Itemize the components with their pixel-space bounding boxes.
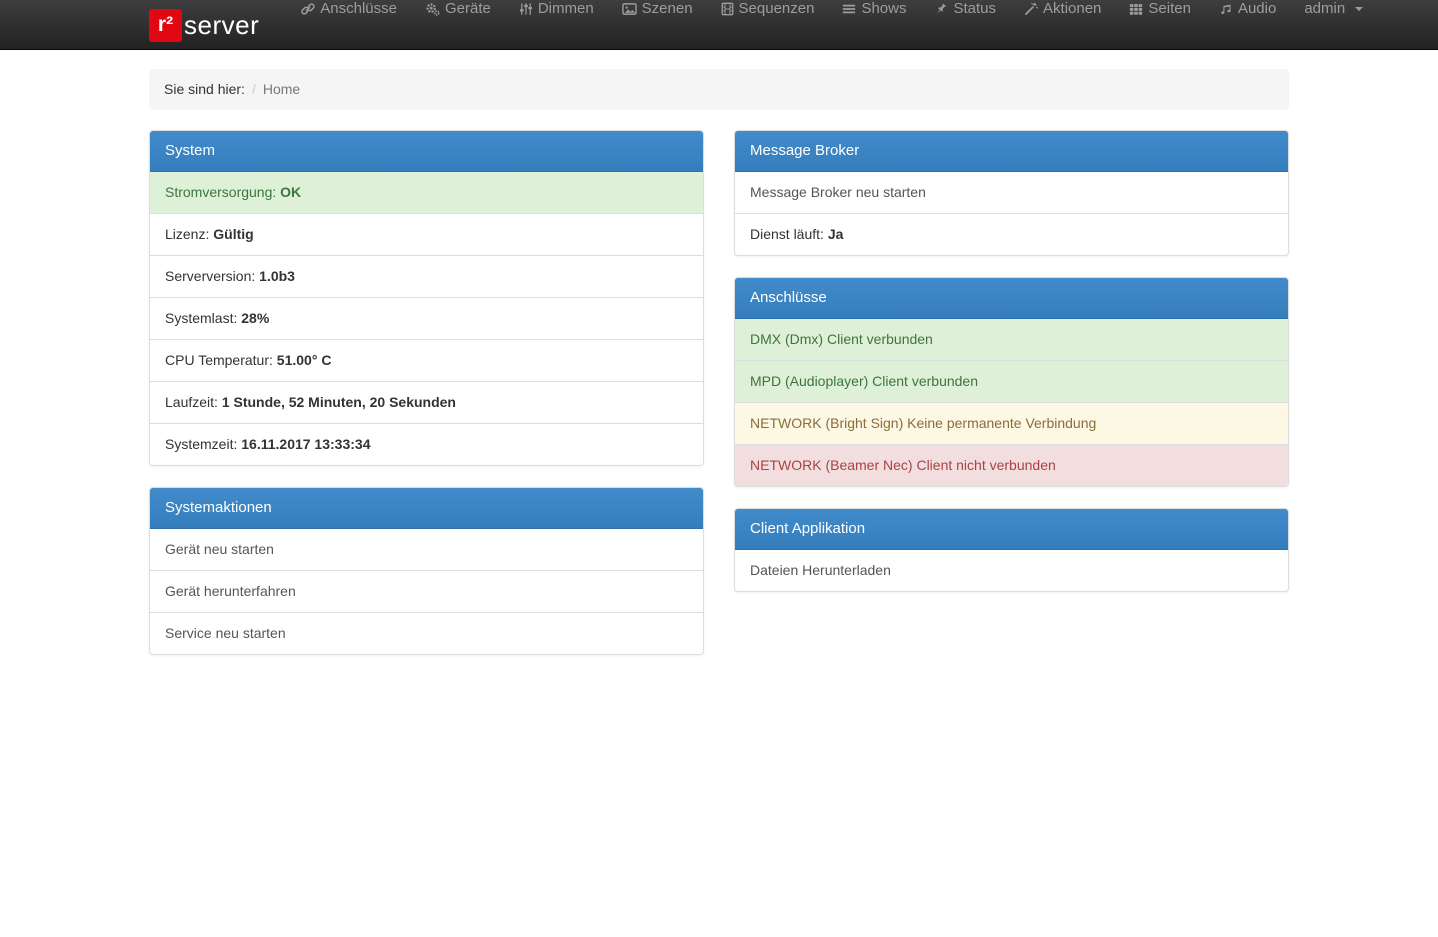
panel-message-broker-header: Message Broker bbox=[735, 131, 1288, 172]
nav-item-dimmen[interactable]: Dimmen bbox=[505, 0, 608, 17]
nav-label: Sequenzen bbox=[739, 0, 815, 17]
sliders-icon bbox=[519, 2, 533, 16]
breadcrumb-separator: / bbox=[245, 81, 263, 97]
status-value: OK bbox=[280, 184, 301, 200]
status-value: Gültig bbox=[213, 226, 253, 242]
action-geraet-neu-starten[interactable]: Gerät neu starten bbox=[150, 529, 703, 570]
music-icon bbox=[1219, 2, 1233, 16]
panel-systemaktionen: Systemaktionen Gerät neu starten Gerät h… bbox=[149, 487, 704, 655]
system-row-cpu-temperatur: CPU Temperatur: 51.00° C bbox=[150, 339, 703, 381]
nav-item-szenen[interactable]: Szenen bbox=[608, 0, 707, 17]
system-row-stromversorgung: Stromversorgung: OK bbox=[150, 172, 703, 213]
nav-label: Seiten bbox=[1148, 0, 1191, 17]
status-row-dmx: DMX (Dmx) Client verbunden bbox=[735, 319, 1288, 360]
system-row-systemlast: Systemlast: 28% bbox=[150, 297, 703, 339]
breadcrumb: Sie sind hier:/Home bbox=[149, 69, 1289, 110]
pushpin-icon bbox=[934, 2, 948, 16]
panel-message-broker: Message Broker Message Broker neu starte… bbox=[734, 130, 1289, 256]
panel-client-applikation-header: Client Applikation bbox=[735, 509, 1288, 550]
nav-item-geraete[interactable]: Geräte bbox=[411, 0, 505, 17]
page: r² server Anschlüsse Geräte Dimmen bbox=[0, 0, 1438, 937]
panel-system: System Stromversorgung: OK Lizenz: Gülti… bbox=[149, 130, 704, 466]
status-row-network-brightsign: NETWORK (Bright Sign) Keine permanente V… bbox=[735, 402, 1288, 444]
action-dateien-herunterladen[interactable]: Dateien Herunterladen bbox=[735, 550, 1288, 591]
user-menu-admin[interactable]: admin bbox=[1290, 0, 1377, 17]
status-row-network-beamer-nec: NETWORK (Beamer Nec) Client nicht verbun… bbox=[735, 444, 1288, 486]
panel-system-header: System bbox=[150, 131, 703, 172]
left-column: System Stromversorgung: OK Lizenz: Gülti… bbox=[149, 130, 704, 676]
status-value: Ja bbox=[828, 226, 844, 242]
system-row-serverversion: Serverversion: 1.0b3 bbox=[150, 255, 703, 297]
status-value: 1 Stunde, 52 Minuten, 20 Sekunden bbox=[222, 394, 456, 410]
navbar: r² server Anschlüsse Geräte Dimmen bbox=[0, 0, 1438, 50]
action-service-neu-starten[interactable]: Service neu starten bbox=[150, 612, 703, 654]
nav-item-seiten[interactable]: Seiten bbox=[1115, 0, 1205, 17]
system-row-laufzeit: Laufzeit: 1 Stunde, 52 Minuten, 20 Sekun… bbox=[150, 381, 703, 423]
breadcrumb-home-link[interactable]: Home bbox=[263, 81, 300, 97]
panel-anschluesse-header: Anschlüsse bbox=[735, 278, 1288, 319]
panel-anschluesse: Anschlüsse DMX (Dmx) Client verbunden MP… bbox=[734, 277, 1289, 487]
nav-item-shows[interactable]: Shows bbox=[828, 0, 920, 17]
link-icon bbox=[301, 2, 315, 16]
status-row-mpd: MPD (Audioplayer) Client verbunden bbox=[735, 360, 1288, 402]
system-row-systemzeit: Systemzeit: 16.11.2017 13:33:34 bbox=[150, 423, 703, 465]
action-geraet-herunterfahren[interactable]: Gerät herunterfahren bbox=[150, 570, 703, 612]
status-value: 51.00° C bbox=[277, 352, 332, 368]
status-value: 1.0b3 bbox=[259, 268, 295, 284]
main-nav: Anschlüsse Geräte Dimmen Szenen Sequenze… bbox=[287, 0, 1377, 50]
cogs-icon bbox=[425, 2, 440, 16]
nav-label: Szenen bbox=[642, 0, 693, 17]
brand-logo-square: r² bbox=[149, 9, 182, 42]
nav-item-audio[interactable]: Audio bbox=[1205, 0, 1290, 17]
nav-label: Status bbox=[953, 0, 996, 17]
row-dienst-laeuft: Dienst läuft: Ja bbox=[735, 213, 1288, 255]
status-value: 16.11.2017 13:33:34 bbox=[241, 436, 370, 452]
user-menu-label: admin bbox=[1304, 0, 1345, 17]
nav-label: Dimmen bbox=[538, 0, 594, 17]
nav-item-status[interactable]: Status bbox=[920, 0, 1010, 17]
nav-item-anschluesse[interactable]: Anschlüsse bbox=[287, 0, 411, 17]
grid-icon bbox=[1129, 2, 1143, 16]
nav-item-sequenzen[interactable]: Sequenzen bbox=[707, 0, 829, 17]
brand-logo-text: server bbox=[184, 12, 259, 38]
brand-logo[interactable]: r² server bbox=[149, 9, 259, 42]
nav-label: Anschlüsse bbox=[320, 0, 397, 17]
panel-systemaktionen-header: Systemaktionen bbox=[150, 488, 703, 529]
nav-label: Geräte bbox=[445, 0, 491, 17]
action-message-broker-neu-starten[interactable]: Message Broker neu starten bbox=[735, 172, 1288, 213]
caret-down-icon bbox=[1355, 7, 1363, 11]
nav-label: Shows bbox=[861, 0, 906, 17]
picture-icon bbox=[622, 2, 637, 16]
nav-item-aktionen[interactable]: Aktionen bbox=[1010, 0, 1115, 17]
list-icon bbox=[842, 2, 856, 16]
magic-wand-icon bbox=[1024, 2, 1038, 16]
main-content: Sie sind hier:/Home System Stromversorgu… bbox=[134, 50, 1304, 676]
panel-client-applikation: Client Applikation Dateien Herunterladen bbox=[734, 508, 1289, 592]
breadcrumb-prefix: Sie sind hier: bbox=[164, 81, 245, 97]
film-icon bbox=[721, 2, 734, 16]
nav-label: Aktionen bbox=[1043, 0, 1101, 17]
right-column: Message Broker Message Broker neu starte… bbox=[734, 130, 1289, 613]
nav-label: Audio bbox=[1238, 0, 1276, 17]
status-value: 28% bbox=[241, 310, 269, 326]
system-row-lizenz: Lizenz: Gültig bbox=[150, 213, 703, 255]
